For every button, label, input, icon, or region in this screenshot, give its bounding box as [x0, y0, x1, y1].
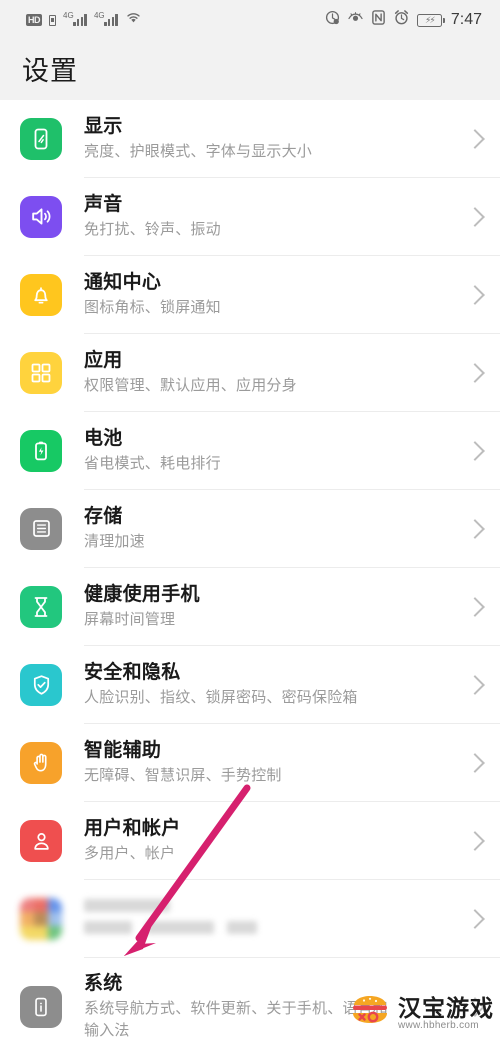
settings-item-text: 智能辅助 无障碍、智慧识屏、手势控制 [84, 738, 458, 787]
settings-item-subtitle: 权限管理、默认应用、应用分身 [84, 377, 297, 394]
settings-item-title: 智能辅助 [84, 740, 162, 761]
chevron-right-icon[interactable] [465, 752, 485, 773]
settings-item-display[interactable]: 显示 亮度、护眼模式、字体与显示大小 [0, 100, 500, 177]
watermark-url: www.hbherb.com [398, 1019, 479, 1031]
alarm-sync-icon [325, 10, 340, 30]
storage-icon [20, 507, 62, 550]
charging-bolt-icon: ⚡⚡ [425, 14, 436, 25]
settings-item-text: 声音 免打扰、铃声、振动 [84, 192, 458, 241]
settings-item-text: 用户和帐户 多用户、帐户 [84, 816, 458, 865]
display-icon [20, 117, 62, 160]
settings-item-title: 电池 [84, 428, 123, 449]
settings-item-storage[interactable]: 存储 清理加速 [0, 490, 500, 567]
nfc-icon [371, 10, 386, 30]
settings-item-notifications[interactable]: 通知中心 图标角标、锁屏通知 [0, 256, 500, 333]
settings-item-title: 显示 [84, 116, 123, 137]
settings-item-subtitle: 屏幕时间管理 [84, 611, 176, 628]
masked-subtitle-placeholder-a [84, 920, 132, 934]
watermark-title: 汉宝游戏 [398, 994, 494, 1021]
status-bar-right: ⚡⚡ 7:47 [325, 10, 482, 30]
hd-voice-icon: HD [26, 14, 42, 26]
page-header: 设置 [0, 40, 500, 96]
hand-icon [20, 741, 62, 784]
settings-item-text [84, 898, 458, 939]
user-account-icon [20, 819, 62, 862]
status-bar: HD 4G 4G ⚡⚡ 7:47 [0, 0, 500, 40]
sim-card-icon [49, 14, 56, 26]
settings-item-subtitle: 省电模式、耗电排行 [84, 455, 221, 472]
chevron-right-icon[interactable] [465, 128, 485, 149]
settings-screen: HD 4G 4G ⚡⚡ 7:47 设置 显示 亮度、护眼模式、字体与显示大小 声… [0, 0, 500, 1039]
settings-item-subtitle: 免打扰、铃声、振动 [84, 221, 221, 238]
chevron-right-icon[interactable] [465, 596, 485, 617]
apps-grid-icon [20, 351, 62, 394]
settings-item-text: 通知中心 图标角标、锁屏通知 [84, 270, 458, 319]
masked-title-placeholder [84, 898, 170, 912]
settings-item-title: 通知中心 [84, 272, 162, 293]
settings-item-title: 应用 [84, 350, 123, 371]
chevron-right-icon[interactable] [465, 830, 485, 851]
settings-item-text: 存储 清理加速 [84, 504, 458, 553]
network-type-label-1: 4G [63, 11, 74, 21]
chevron-right-icon[interactable] [465, 284, 485, 305]
battery-icon [20, 429, 62, 472]
settings-item-digital-balance[interactable]: 健康使用手机 屏幕时间管理 [0, 568, 500, 645]
signal-strength-icon-1: 4G [63, 11, 87, 26]
signal-strength-icon-2: 4G [93, 11, 118, 26]
page-title: 设置 [22, 55, 78, 86]
settings-item-masked[interactable] [0, 880, 500, 957]
settings-item-title: 系统 [84, 973, 123, 994]
alarm-clock-icon [394, 10, 409, 30]
chevron-right-icon[interactable] [465, 674, 485, 695]
sound-icon [20, 195, 62, 238]
chevron-right-icon[interactable] [465, 362, 485, 383]
settings-item-battery[interactable]: 电池 省电模式、耗电排行 [0, 412, 500, 489]
watermark: 汉宝游戏 www.hbherb.com [348, 994, 494, 1033]
settings-item-title: 健康使用手机 [84, 584, 200, 605]
masked-subtitle-placeholder-b [146, 920, 215, 934]
status-bar-left: HD 4G 4G [26, 11, 142, 29]
settings-item-sound[interactable]: 声音 免打扰、铃声、振动 [0, 178, 500, 255]
settings-item-subtitle: 人脸识别、指纹、锁屏密码、密码保险箱 [84, 689, 358, 706]
blurred-app-icon [20, 897, 62, 940]
chevron-right-icon[interactable] [465, 908, 485, 929]
settings-item-text: 电池 省电模式、耗电排行 [84, 426, 458, 475]
wifi-icon [125, 11, 142, 29]
settings-item-security-privacy[interactable]: 安全和隐私 人脸识别、指纹、锁屏密码、密码保险箱 [0, 646, 500, 723]
system-info-icon [20, 985, 62, 1028]
settings-item-subtitle: 图标角标、锁屏通知 [84, 299, 221, 316]
settings-item-smart-assistance[interactable]: 智能辅助 无障碍、智慧识屏、手势控制 [0, 724, 500, 801]
burger-logo-icon [348, 994, 392, 1033]
settings-item-subtitle: 亮度、护眼模式、字体与显示大小 [84, 143, 313, 160]
settings-item-text: 健康使用手机 屏幕时间管理 [84, 582, 458, 631]
settings-item-text: 显示 亮度、护眼模式、字体与显示大小 [84, 114, 458, 163]
settings-item-title: 声音 [84, 194, 123, 215]
notification-bell-icon [20, 273, 62, 316]
battery-charging-icon: ⚡⚡ [416, 13, 445, 27]
network-type-label-2: 4G [93, 11, 105, 21]
settings-item-title: 安全和隐私 [84, 662, 181, 683]
settings-item-subtitle: 清理加速 [84, 533, 145, 550]
chevron-right-icon[interactable] [465, 206, 485, 227]
settings-item-title: 存储 [84, 506, 123, 527]
settings-item-text: 应用 权限管理、默认应用、应用分身 [84, 348, 458, 397]
settings-item-text: 安全和隐私 人脸识别、指纹、锁屏密码、密码保险箱 [84, 660, 458, 709]
settings-item-subtitle: 多用户、帐户 [84, 845, 176, 862]
settings-list: 显示 亮度、护眼模式、字体与显示大小 声音 免打扰、铃声、振动 通知中心 图标角… [0, 100, 500, 1039]
hourglass-icon [20, 585, 62, 628]
settings-item-subtitle: 无障碍、智慧识屏、手势控制 [84, 767, 282, 784]
settings-item-title: 用户和帐户 [84, 818, 181, 839]
chevron-right-icon[interactable] [465, 518, 485, 539]
settings-item-users-accounts[interactable]: 用户和帐户 多用户、帐户 [0, 802, 500, 879]
shield-check-icon [20, 663, 62, 706]
settings-item-apps[interactable]: 应用 权限管理、默认应用、应用分身 [0, 334, 500, 411]
masked-subtitle-placeholder-c [226, 920, 257, 934]
eye-care-icon [348, 10, 363, 30]
chevron-right-icon[interactable] [465, 440, 485, 461]
watermark-text: 汉宝游戏 www.hbherb.com [398, 996, 494, 1032]
status-bar-clock: 7:47 [450, 11, 482, 28]
